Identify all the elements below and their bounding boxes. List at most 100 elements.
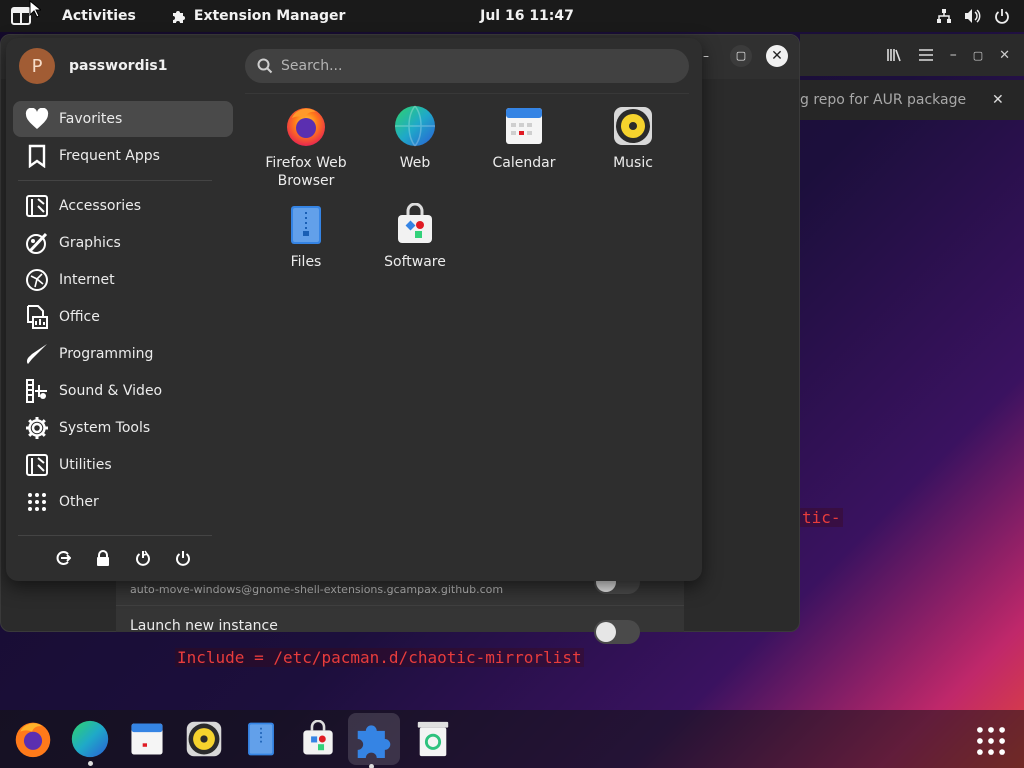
category-label: Utilities — [59, 457, 112, 473]
gear-icon — [26, 417, 48, 439]
extension-name: Launch new instance — [130, 618, 278, 634]
category-accessories[interactable]: Accessories — [13, 188, 233, 224]
dock-files[interactable] — [238, 716, 284, 762]
trash-icon — [417, 721, 449, 757]
hamburger-menu-icon[interactable] — [918, 48, 934, 62]
category-label: Favorites — [59, 111, 123, 127]
minimize-button[interactable]: – — [703, 45, 709, 67]
category-utilities[interactable]: Utilities — [13, 447, 233, 483]
category-label: Accessories — [59, 198, 142, 214]
software-icon — [398, 203, 432, 243]
dock-software[interactable] — [295, 716, 341, 762]
category-graphics[interactable]: Graphics — [13, 225, 233, 261]
accessories-icon — [26, 195, 48, 217]
show-apps-button[interactable] — [972, 722, 1010, 760]
library-icon[interactable] — [886, 48, 902, 62]
power-off-button[interactable] — [172, 547, 194, 569]
category-label: Other — [59, 494, 99, 510]
search-box[interactable] — [245, 49, 689, 83]
app-label: Web — [399, 155, 431, 171]
divider — [18, 535, 212, 536]
session-buttons — [6, 543, 246, 573]
app-files[interactable]: Files — [256, 203, 356, 271]
category-frequent-apps[interactable]: Frequent Apps — [13, 138, 233, 174]
search-input[interactable] — [281, 58, 661, 74]
avatar: P — [19, 48, 55, 84]
software-icon — [303, 720, 333, 755]
app-label-line2: Browser — [277, 173, 335, 189]
app-label: Files — [290, 254, 322, 270]
category-system-tools[interactable]: System Tools — [13, 410, 233, 446]
close-button[interactable]: ✕ — [999, 48, 1010, 63]
music-icon — [186, 721, 222, 757]
app-software[interactable]: Software — [365, 203, 465, 271]
restart-icon — [136, 550, 150, 566]
app-calendar[interactable]: Calendar — [474, 104, 574, 172]
user-account[interactable]: P passwordis1 — [19, 48, 168, 84]
focused-app-menu[interactable]: Extension Manager — [172, 8, 346, 24]
terminal-output-line: Include = /etc/pacman.d/chaotic-mirrorli… — [175, 648, 584, 667]
minimize-button[interactable]: – — [950, 47, 957, 63]
top-bar: Activities Extension Manager Jul 16 11:4… — [0, 0, 1024, 32]
maximize-button[interactable]: ▢ — [730, 45, 752, 67]
dock-extension-manager[interactable] — [348, 713, 400, 768]
logout-button[interactable] — [52, 547, 74, 569]
music-icon — [614, 107, 652, 145]
calendar-icon — [131, 723, 163, 755]
category-label: Office — [59, 309, 100, 325]
dock-music[interactable] — [181, 716, 227, 762]
app-label: Firefox Web — [265, 155, 347, 171]
restart-button[interactable] — [132, 547, 154, 569]
sound-video-icon — [26, 379, 47, 403]
network-icon — [937, 9, 951, 23]
puzzle-icon — [357, 725, 391, 758]
close-button[interactable]: ✕ — [766, 45, 788, 67]
puzzle-icon — [172, 11, 185, 23]
dock-calendar[interactable] — [124, 716, 170, 762]
maximize-button[interactable]: ▢ — [973, 49, 983, 62]
volume-icon — [965, 9, 981, 23]
category-sound-video[interactable]: Sound & Video — [13, 373, 233, 409]
app-music[interactable]: Music — [583, 104, 683, 172]
category-label: Sound & Video — [59, 383, 163, 399]
terminal-tab[interactable]: g repo for AUR packages ✕ — [800, 80, 1024, 120]
utilities-icon — [26, 454, 48, 476]
category-internet[interactable]: Internet — [13, 262, 233, 298]
files-icon — [291, 206, 321, 244]
system-tray[interactable] — [936, 0, 1010, 32]
activities-button[interactable]: Activities — [62, 8, 136, 24]
app-label: Software — [384, 254, 446, 270]
close-tab-icon[interactable]: ✕ — [992, 92, 1004, 108]
focused-app-name: Extension Manager — [193, 8, 346, 24]
dock — [0, 710, 1024, 768]
power-icon — [995, 9, 1009, 24]
lock-button[interactable] — [92, 547, 114, 569]
dock-web[interactable] — [67, 716, 113, 766]
username: passwordis1 — [69, 58, 168, 74]
terminal-header: – ▢ ✕ — [800, 34, 1024, 76]
category-label: Programming — [59, 346, 154, 362]
clock[interactable]: Jul 16 11:47 — [480, 8, 574, 24]
app-web[interactable]: Web — [365, 104, 465, 172]
app-firefox[interactable]: Firefox Web Browser — [256, 104, 356, 190]
category-office[interactable]: Office — [13, 299, 233, 335]
grid-icon — [28, 493, 46, 511]
power-off-icon — [176, 551, 190, 566]
firefox-icon — [15, 722, 51, 758]
web-icon — [71, 720, 109, 758]
files-icon — [248, 722, 274, 756]
dock-trash[interactable] — [410, 716, 456, 762]
extension-id: auto-move-windows@gnome-shell-extensions… — [130, 583, 504, 596]
firefox-icon — [287, 108, 325, 146]
extension-toggle[interactable] — [594, 620, 640, 644]
search-icon — [257, 58, 273, 74]
category-other[interactable]: Other — [13, 484, 233, 520]
category-favorites[interactable]: Favorites — [13, 101, 233, 137]
extension-list: auto-move-windows@gnome-shell-extensions… — [116, 570, 684, 644]
calendar-icon — [506, 108, 542, 144]
category-programming[interactable]: Programming — [13, 336, 233, 372]
terminal-output-line: tic- — [800, 508, 843, 527]
dock-firefox[interactable] — [10, 716, 56, 762]
office-icon — [27, 305, 48, 329]
app-label: Calendar — [492, 155, 556, 171]
